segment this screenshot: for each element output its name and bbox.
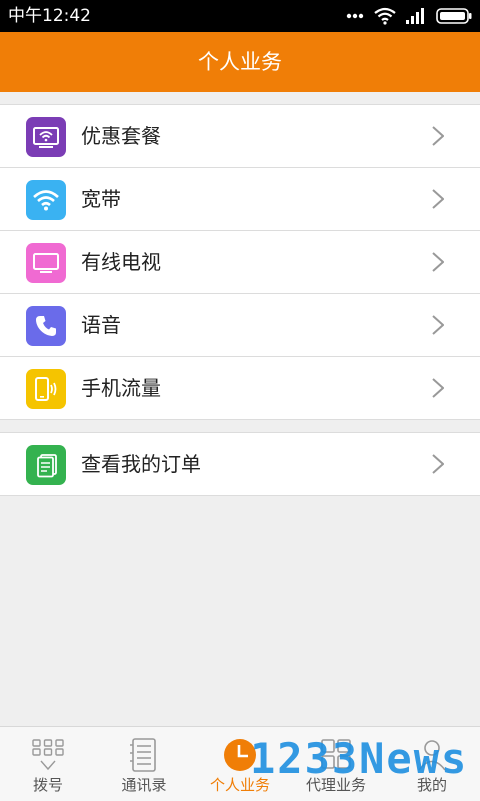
tab-label: 通讯录: [121, 776, 167, 794]
menu-item-label: 手机流量: [81, 376, 161, 400]
more-dots-icon: [346, 13, 364, 19]
menu-item-my-orders[interactable]: 查看我的订单: [0, 433, 480, 495]
menu-item-label: 语音: [81, 313, 121, 337]
mobile-data-icon: [26, 369, 66, 409]
menu-item-package[interactable]: 优惠套餐: [0, 105, 480, 168]
tab-dialpad[interactable]: 拨号: [0, 727, 96, 801]
menu-item-cable-tv[interactable]: 有线电视: [0, 231, 480, 294]
cell-signal-icon: [406, 8, 424, 24]
wifi-icon: [26, 180, 66, 220]
dialpad-icon: [32, 739, 64, 771]
wifi-signal-icon: [374, 7, 396, 25]
chevron-right-icon: [432, 126, 444, 146]
chevron-right-icon: [432, 252, 444, 272]
menu-item-broadband[interactable]: 宽带: [0, 168, 480, 231]
menu-item-mobile-data[interactable]: 手机流量: [0, 357, 480, 419]
status-bar: 中午12:42: [0, 0, 480, 32]
chevron-right-icon: [432, 454, 444, 474]
orders-group: 查看我的订单: [0, 432, 480, 496]
tab-label: 拨号: [32, 776, 63, 794]
chevron-right-icon: [432, 378, 444, 398]
tv-wifi-icon: [26, 117, 66, 157]
tv-icon: [26, 243, 66, 283]
battery-icon: [436, 8, 472, 24]
menu-item-label: 优惠套餐: [81, 124, 161, 148]
orders-icon: [26, 445, 66, 485]
menu-item-label: 宽带: [81, 187, 121, 211]
tab-contacts[interactable]: 通讯录: [96, 727, 192, 801]
phone-icon: [26, 306, 66, 346]
page-header: 个人业务: [0, 32, 480, 92]
page-title: 个人业务: [198, 50, 282, 74]
contacts-icon: [130, 738, 156, 772]
menu-item-label: 有线电视: [81, 250, 161, 274]
menu-item-voice[interactable]: 语音: [0, 294, 480, 357]
status-time: 中午12:42: [8, 6, 91, 26]
chevron-right-icon: [432, 189, 444, 209]
watermark-logo: 1233News: [250, 734, 469, 783]
service-list: 优惠套餐 宽带 有线电视 语音 手机流量: [0, 104, 480, 420]
menu-item-label: 查看我的订单: [81, 452, 201, 476]
chevron-right-icon: [432, 315, 444, 335]
status-icons: [346, 6, 472, 26]
